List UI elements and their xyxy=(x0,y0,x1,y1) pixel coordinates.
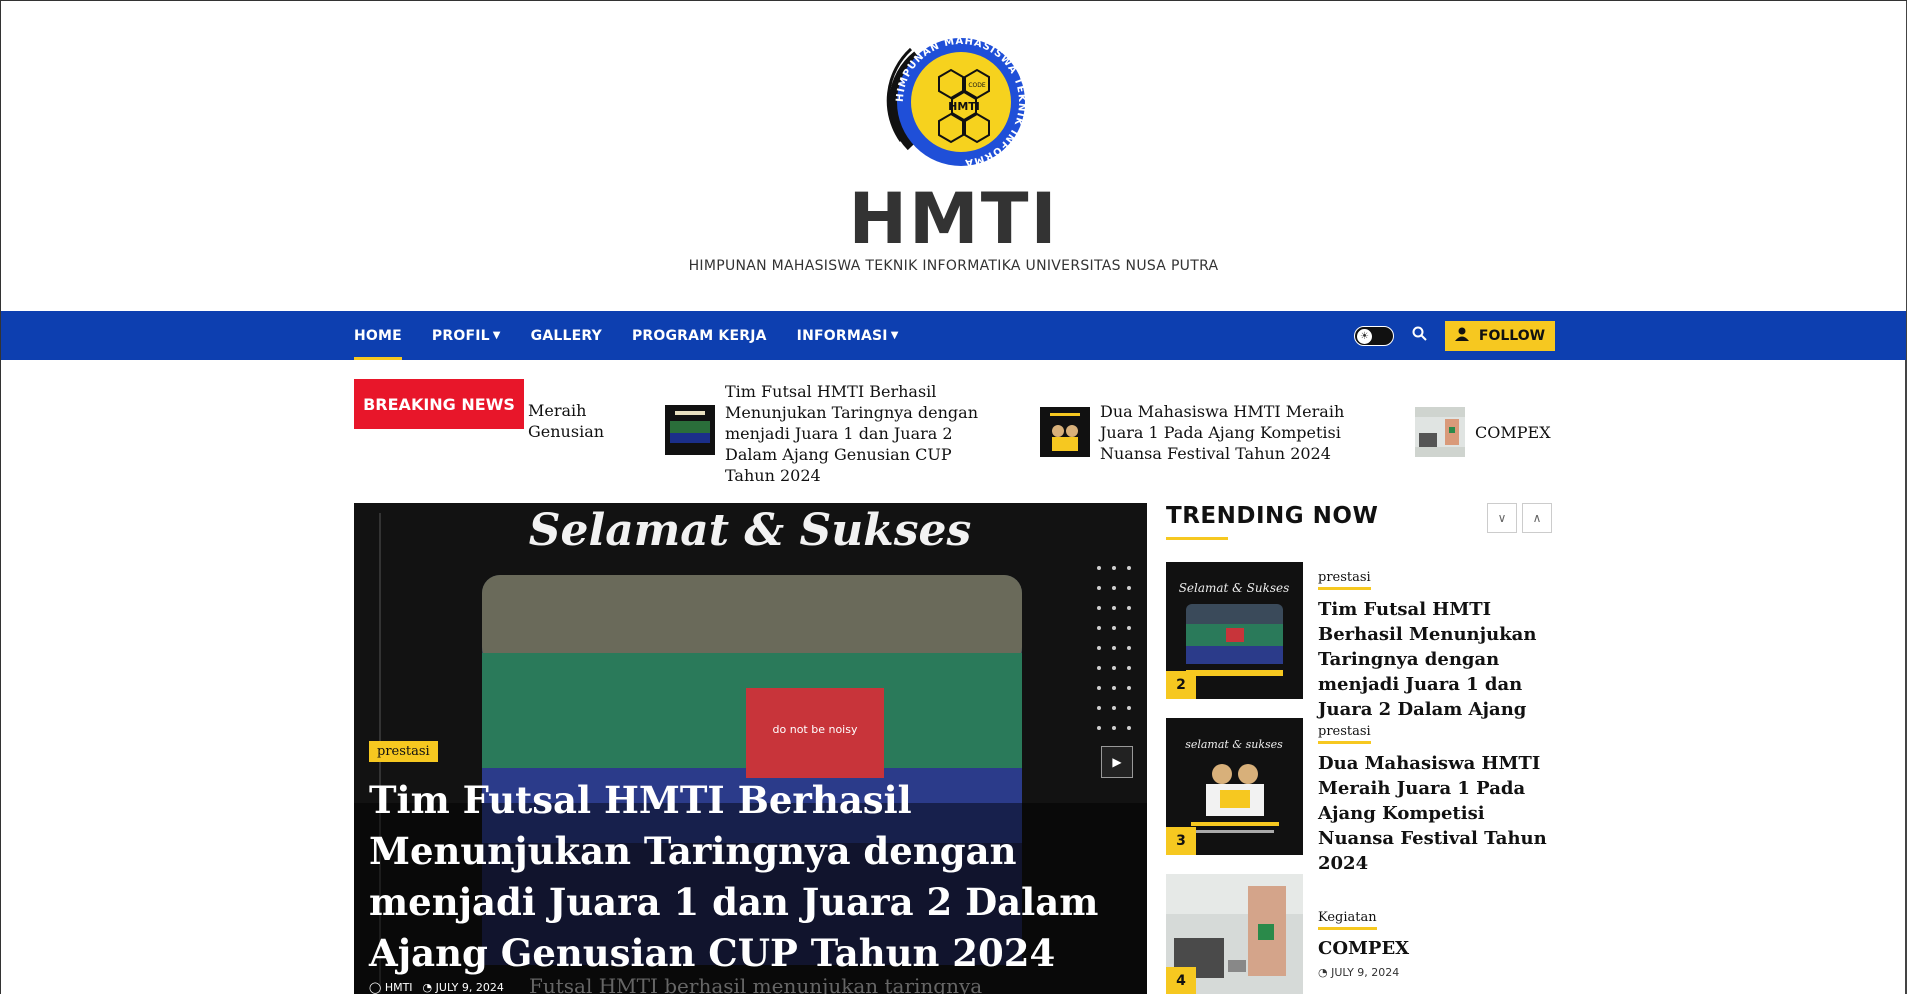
ticker-title: COMPEX xyxy=(1475,422,1551,442)
nav-item-gallery[interactable]: GALLERY xyxy=(531,311,602,360)
nav-item-program-kerja[interactable]: PROGRAM KERJA xyxy=(632,311,767,360)
logo-center-text: HMTI xyxy=(948,100,980,113)
site-tagline: HIMPUNAN MAHASISWA TEKNIK INFORMATIKA UN… xyxy=(688,258,1219,274)
svg-text:Selamat & Sukses: Selamat & Sukses xyxy=(1179,581,1290,595)
trending-title[interactable]: COMPEX xyxy=(1318,936,1558,961)
follow-button[interactable]: FOLLOW xyxy=(1445,320,1555,351)
ticker-thumbnail xyxy=(1040,407,1090,457)
chevron-down-icon: ▼ xyxy=(890,330,899,341)
ticker-title: Tim Futsal HMTI Berhasil Menunjukan Tari… xyxy=(725,382,979,485)
banner-script-text: Selamat & Sukses xyxy=(529,505,972,556)
clock-icon: ◔ xyxy=(1318,966,1332,979)
post-date[interactable]: ◔ JULY 9, 2024 xyxy=(423,981,504,994)
main-navbar: HOME PROFIL ▼ GALLERY PROGRAM KERJA INFOR… xyxy=(1,311,1906,360)
post-date[interactable]: ◔ JULY 9, 2024 xyxy=(1318,966,1399,979)
ticker-thumbnail xyxy=(1415,407,1465,457)
category-link[interactable]: prestasi xyxy=(1318,570,1371,590)
dark-mode-toggle[interactable]: ☀ xyxy=(1354,325,1394,346)
trending-item[interactable]: 4 Kegiatan COMPEX ◔ JULY 9, 2024 xyxy=(1166,874,1556,994)
search-icon[interactable] xyxy=(1412,326,1427,346)
svg-text:selamat & sukses: selamat & sukses xyxy=(1185,738,1283,751)
trending-item[interactable]: selamat & sukses 3 prestasi Dua Mahasisw… xyxy=(1166,718,1556,874)
trending-item[interactable]: Selamat & Sukses 2 prestasi Tim Futsal H… xyxy=(1166,562,1556,720)
category-link[interactable]: prestasi xyxy=(1318,724,1371,744)
ticker-thumbnail xyxy=(665,405,715,455)
trending-heading: TRENDING NOW xyxy=(1166,503,1379,529)
banner-flag-text: do not be noisy xyxy=(773,723,858,736)
breaking-news-label: BREAKING NEWS xyxy=(354,379,524,429)
nav-label: PROGRAM KERJA xyxy=(631,327,767,344)
nav-menu: HOME PROFIL ▼ GALLERY PROGRAM KERJA INFOR… xyxy=(354,311,929,360)
post-meta: ◯ HMTI ◔ JULY 9, 2024 xyxy=(369,981,504,994)
nav-item-home[interactable]: HOME xyxy=(354,311,402,360)
nav-item-informasi[interactable]: INFORMASI ▼ xyxy=(797,311,899,360)
user-icon xyxy=(1454,327,1469,345)
ticker-item-partial[interactable]: Meraih Genusian xyxy=(528,400,648,442)
chevron-down-icon: ▼ xyxy=(492,330,501,341)
category-badge[interactable]: prestasi xyxy=(369,741,438,762)
trending-title[interactable]: Dua Mahasiswa HMTI Meraih Juara 1 Pada A… xyxy=(1318,751,1558,876)
ticker-title: Dua Mahasiswa HMTI Meraih Juara 1 Pada A… xyxy=(1100,402,1345,463)
ticker-item[interactable]: Tim Futsal HMTI Berhasil Menunjukan Tari… xyxy=(665,381,995,486)
slider-next-button[interactable]: ▶ xyxy=(1101,746,1133,778)
ticker-item[interactable]: Dua Mahasiswa HMTI Meraih Juara 1 Pada A… xyxy=(1040,401,1370,464)
clock-icon: ◔ xyxy=(422,981,436,994)
featured-post[interactable]: Selamat & Sukses do not be noisy Futsal … xyxy=(354,503,1147,994)
chevron-up-icon[interactable]: ∧ xyxy=(1522,503,1552,533)
nav-label: HOME xyxy=(354,327,402,344)
nav-item-profil[interactable]: PROFIL ▼ xyxy=(432,311,501,360)
heading-underline xyxy=(1166,537,1228,540)
ticker-item[interactable]: COMPEX xyxy=(1415,407,1565,457)
featured-post-title[interactable]: Tim Futsal HMTI Berhasil Menunjukan Tari… xyxy=(369,775,1147,979)
category-link[interactable]: Kegiatan xyxy=(1318,910,1377,930)
sun-icon: ☀ xyxy=(1357,328,1372,344)
nav-actions: ☀ FOLLOW xyxy=(1354,311,1555,360)
trending-rank: 3 xyxy=(1166,827,1196,855)
site-title[interactable]: HMTI xyxy=(1,179,1906,259)
follow-label: FOLLOW xyxy=(1478,327,1546,344)
hmti-logo[interactable]: HMTI CODE HIMPUNAN MAHASISWA TEKNIK INFO… xyxy=(877,21,1027,175)
nav-label: GALLERY xyxy=(530,327,602,344)
trending-title[interactable]: Tim Futsal HMTI Berhasil Menunjukan Tari… xyxy=(1318,597,1558,722)
chevron-down-icon[interactable]: ∨ xyxy=(1487,503,1517,533)
nav-label: INFORMASI xyxy=(796,327,888,344)
logo-code-text: CODE xyxy=(968,82,986,89)
trending-rank: 4 xyxy=(1166,967,1196,994)
site-header: HMTI CODE HIMPUNAN MAHASISWA TEKNIK INFO… xyxy=(1,1,1906,311)
trending-rank: 2 xyxy=(1166,671,1196,699)
nav-label: PROFIL xyxy=(431,327,490,344)
post-author[interactable]: ◯ HMTI xyxy=(369,981,413,994)
user-icon: ◯ xyxy=(369,981,385,994)
